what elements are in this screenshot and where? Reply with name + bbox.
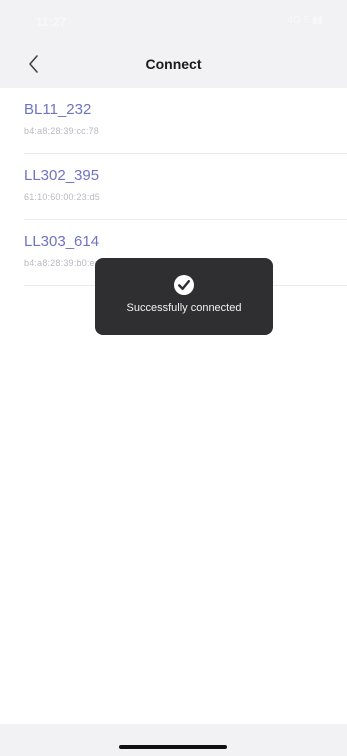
device-name: BL11_232 xyxy=(24,101,92,118)
device-mac-address: b4:a8:28:39:cc:78 xyxy=(24,126,99,136)
home-indicator[interactable] xyxy=(119,745,227,749)
device-list: BL11_232 b4:a8:28:39:cc:78 LL302_395 61:… xyxy=(0,88,347,286)
device-name: LL302_395 xyxy=(24,167,100,184)
page-title: Connect xyxy=(145,56,202,72)
device-mac-address: b4:a8:28:39:b0:ed xyxy=(24,258,100,268)
device-mac-address: 61:10:60:00:23:d5 xyxy=(24,192,100,202)
status-time: 11:27 xyxy=(36,15,67,29)
check-circle-icon xyxy=(174,275,194,295)
device-list-panel: BL11_232 b4:a8:28:39:cc:78 LL302_395 61:… xyxy=(0,88,347,724)
device-item[interactable]: LL302_395 61:10:60:00:23:d5 xyxy=(24,154,347,220)
device-item[interactable]: BL11_232 b4:a8:28:39:cc:78 xyxy=(24,88,347,154)
connect-screen: 11:27 4G 5 ▮▮ Connect BL11_232 b4:a8:28:… xyxy=(0,0,347,756)
status-bar: 11:27 4G 5 ▮▮ xyxy=(0,0,347,40)
success-toast: Successfully connected xyxy=(95,258,273,335)
device-name: LL303_614 xyxy=(24,233,100,250)
toast-message: Successfully connected xyxy=(126,302,242,314)
status-indicators: 4G 5 ▮▮ xyxy=(287,15,323,26)
nav-header: Connect xyxy=(0,40,347,88)
home-indicator-area xyxy=(0,724,347,756)
